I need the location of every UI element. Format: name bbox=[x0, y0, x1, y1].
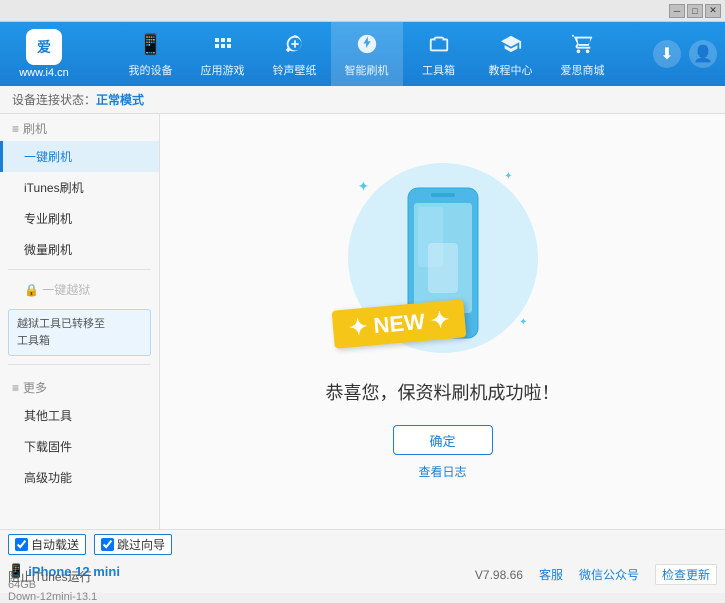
more-icon: ≡ bbox=[12, 381, 19, 395]
skip-wizard-input[interactable] bbox=[101, 538, 114, 551]
auto-launch-input[interactable] bbox=[15, 538, 28, 551]
download-button[interactable]: ⬇ bbox=[653, 40, 681, 68]
nav-smart-flash[interactable]: 智能刷机 bbox=[331, 22, 403, 86]
nav-toolbox[interactable]: 工具箱 bbox=[403, 22, 475, 86]
check-update-button[interactable]: 检查更新 bbox=[655, 564, 717, 585]
sidebar-item-other-tools[interactable]: 其他工具 bbox=[0, 400, 159, 431]
tutorials-icon bbox=[497, 30, 525, 58]
logo-text: 爱 bbox=[37, 37, 51, 57]
sidebar-item-download-firmware[interactable]: 下载固件 bbox=[0, 431, 159, 462]
user-button[interactable]: 👤 bbox=[689, 40, 717, 68]
nav-ringtones[interactable]: 铃声壁纸 bbox=[259, 22, 331, 86]
nav-mall[interactable]: 爱思商城 bbox=[547, 22, 619, 86]
device-checkboxes: 自动载送 跳过向导 bbox=[8, 534, 172, 555]
flash-section-icon: ≡ bbox=[12, 122, 19, 136]
logo-subtitle: www.i4.cn bbox=[19, 67, 69, 79]
minimize-button[interactable]: ─ bbox=[669, 4, 685, 18]
secondary-link[interactable]: 查看日志 bbox=[418, 463, 466, 480]
close-button[interactable]: ✕ bbox=[705, 4, 721, 18]
sparkle-1: ✦ bbox=[358, 178, 370, 195]
toolbox-icon bbox=[425, 30, 453, 58]
phone-illustration: ✦ ✦ ✦ ✦ NEW ✦ bbox=[343, 163, 543, 363]
header: 爱 www.i4.cn 📱 我的设备 应用游戏 铃声壁纸 智能刷机 bbox=[0, 22, 725, 86]
maximize-button[interactable]: □ bbox=[687, 4, 703, 18]
my-device-icon: 📱 bbox=[137, 30, 165, 58]
wechat-link[interactable]: 微信公众号 bbox=[579, 566, 639, 583]
bottom-right: V7.98.66 客服 微信公众号 检查更新 bbox=[475, 564, 717, 585]
sidebar-item-advanced[interactable]: 高级功能 bbox=[0, 462, 159, 493]
sidebar-item-pro-flash[interactable]: 专业刷机 bbox=[0, 203, 159, 234]
sparkle-3: ✦ bbox=[519, 317, 527, 328]
bottom-bar: 自动载送 跳过向导 📱 iPhone 12 mini 64GB Down-12m… bbox=[0, 529, 725, 593]
sidebar-jailbreak-disabled: 🔒 一键越狱 bbox=[0, 274, 159, 305]
status-label: 设备连接状态： bbox=[12, 91, 96, 108]
flash-section-label: 刷机 bbox=[23, 120, 47, 137]
nav-tutorials[interactable]: 教程中心 bbox=[475, 22, 547, 86]
confirm-button[interactable]: 确定 bbox=[393, 425, 493, 455]
nav-my-device[interactable]: 📱 我的设备 bbox=[115, 22, 187, 86]
customer-service-link[interactable]: 客服 bbox=[539, 566, 563, 583]
ringtones-icon bbox=[281, 30, 309, 58]
status-bar: 设备连接状态： 正常模式 bbox=[0, 86, 725, 114]
title-bar: ─ □ ✕ bbox=[0, 0, 725, 22]
sidebar-section-flash: ≡ 刷机 bbox=[0, 114, 159, 141]
nav-right: ⬇ 👤 bbox=[653, 40, 717, 68]
sidebar-divider-2 bbox=[8, 364, 151, 365]
sidebar-item-one-click-flash[interactable]: 一键刷机 bbox=[0, 141, 159, 172]
sidebar-item-itunes-flash[interactable]: iTunes刷机 bbox=[0, 172, 159, 203]
skip-wizard-checkbox[interactable]: 跳过向导 bbox=[94, 534, 172, 555]
mall-icon bbox=[569, 30, 597, 58]
nav-items: 📱 我的设备 应用游戏 铃声壁纸 智能刷机 工具箱 bbox=[80, 22, 653, 86]
sidebar-item-micro-flash[interactable]: 微量刷机 bbox=[0, 234, 159, 265]
nav-apps-games[interactable]: 应用游戏 bbox=[187, 22, 259, 86]
sparkle-2: ✦ bbox=[504, 171, 512, 182]
content-area: ✦ ✦ ✦ ✦ NEW ✦ 恭喜您，保资料刷机成功啦！ 确定 bbox=[160, 114, 725, 529]
smart-flash-icon bbox=[353, 30, 381, 58]
main-area: ≡ 刷机 一键刷机 iTunes刷机 专业刷机 微量刷机 🔒 一键越狱 越狱工具… bbox=[0, 114, 725, 529]
logo[interactable]: 爱 www.i4.cn bbox=[8, 26, 80, 82]
status-value: 正常模式 bbox=[96, 91, 144, 108]
logo-icon: 爱 bbox=[26, 29, 62, 65]
version-text: V7.98.66 bbox=[475, 568, 523, 582]
sidebar-jailbreak-notice: 越狱工具已转移至工具箱 bbox=[8, 309, 151, 356]
device-firmware: Down-12mini-13.1 bbox=[8, 591, 172, 603]
sidebar-divider-1 bbox=[8, 269, 151, 270]
auto-launch-checkbox[interactable]: 自动载送 bbox=[8, 534, 86, 555]
apps-games-icon bbox=[209, 30, 237, 58]
bottom-status: 阻止iTunes运行 bbox=[8, 568, 92, 585]
sidebar: ≡ 刷机 一键刷机 iTunes刷机 专业刷机 微量刷机 🔒 一键越狱 越狱工具… bbox=[0, 114, 160, 529]
success-text: 恭喜您，保资料刷机成功啦！ bbox=[326, 379, 560, 405]
sidebar-section-more: ≡ 更多 bbox=[0, 373, 159, 400]
